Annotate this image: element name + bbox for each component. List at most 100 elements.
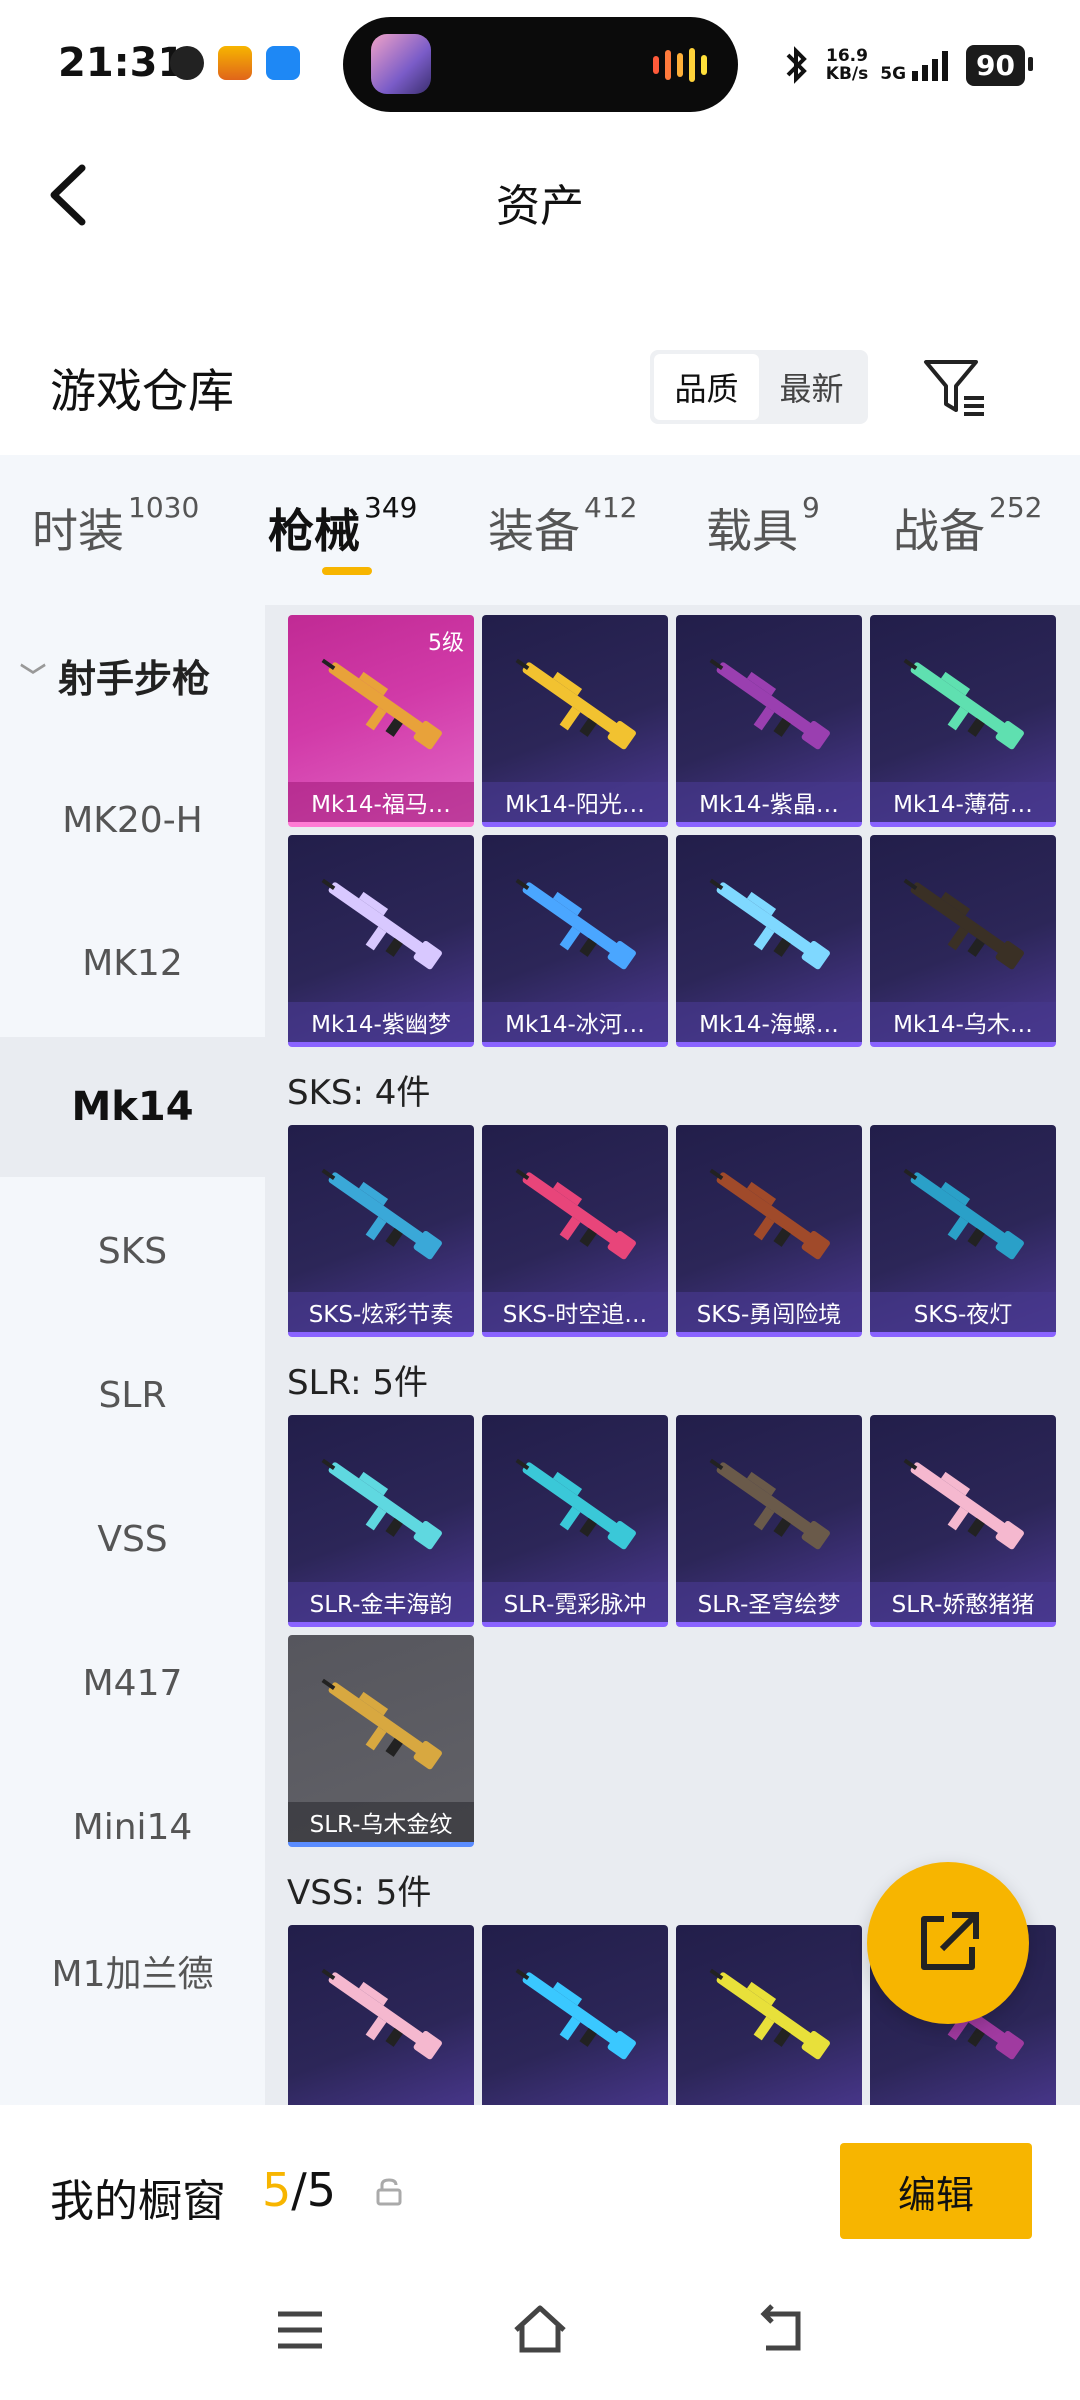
tab-label: 枪械 bbox=[268, 504, 360, 558]
tab-count: 349 bbox=[364, 491, 418, 524]
category-tabs: 时装 1030 枪械 349 装备 412 载具 9 战备 252 bbox=[0, 455, 1080, 605]
skin-name: Mk14-冰河… bbox=[482, 1002, 668, 1042]
skin-name: Mk14-福马… bbox=[288, 782, 474, 822]
tab-label: 时装 bbox=[32, 504, 124, 558]
skin-name: Mk14-海螺… bbox=[676, 1002, 862, 1042]
hotspot-icon bbox=[266, 46, 300, 80]
share-export-icon bbox=[921, 1912, 979, 1970]
weapon-skin-card[interactable]: Mk14-阳光… bbox=[482, 615, 668, 827]
dynamic-island bbox=[343, 17, 738, 112]
signal-icon bbox=[912, 51, 949, 81]
status-bar: 21:31 16.9 KB/s 5G 90 bbox=[0, 0, 1080, 130]
weapon-skin-card[interactable]: Mk14-紫幽梦 bbox=[288, 835, 474, 1047]
rifle-icon bbox=[709, 658, 830, 750]
weapon-skin-card[interactable]: Mk14-乌木… bbox=[870, 835, 1056, 1047]
skin-name: SLR-金丰海韵 bbox=[288, 1582, 474, 1622]
active-tab-indicator bbox=[322, 567, 372, 575]
rifle-icon bbox=[709, 1168, 830, 1260]
showcase-label: 我的橱窗 bbox=[50, 2176, 226, 2227]
weapon-skin-card[interactable]: Mk14-薄荷… bbox=[870, 615, 1056, 827]
rifle-icon bbox=[515, 1458, 636, 1550]
skin-name: SKS-炫彩节奏 bbox=[288, 1292, 474, 1332]
skin-name: SLR-霓彩脉冲 bbox=[482, 1582, 668, 1622]
weapon-skin-card[interactable]: Mk14-海螺… bbox=[676, 835, 862, 1047]
skin-name: SLR-乌木金纹 bbox=[288, 1802, 474, 1842]
media-avatar-icon bbox=[371, 34, 431, 94]
weapon-skin-card[interactable] bbox=[676, 1925, 862, 2105]
sidebar-item-mk20h[interactable]: MK20-H bbox=[0, 750, 265, 890]
status-right: 16.9 KB/s 5G 90 bbox=[780, 40, 1033, 90]
tab-count: 252 bbox=[989, 491, 1043, 524]
sidebar-item-vss[interactable]: VSS bbox=[0, 1469, 265, 1609]
weapon-skin-card[interactable]: SKS-炫彩节奏 bbox=[288, 1125, 474, 1337]
skin-name: Mk14-紫晶… bbox=[676, 782, 862, 822]
weapon-skin-card[interactable]: SLR-金丰海韵 bbox=[288, 1415, 474, 1627]
showcase-total: 5 bbox=[306, 2163, 337, 2217]
tab-equipment[interactable]: 装备 412 bbox=[488, 491, 637, 561]
tab-vehicles[interactable]: 载具 9 bbox=[706, 491, 820, 561]
rifle-icon bbox=[515, 1968, 636, 2060]
rifle-icon bbox=[321, 1968, 442, 2060]
network-speed: 16.9 KB/s bbox=[826, 47, 868, 83]
network-type: 5G bbox=[880, 64, 907, 84]
tab-count: 412 bbox=[584, 491, 638, 524]
rifle-icon bbox=[709, 1968, 830, 2060]
weapon-skin-card[interactable]: SLR-娇憨猪猪 bbox=[870, 1415, 1056, 1627]
bluetooth-icon bbox=[786, 46, 807, 84]
section-title: SKS: 4件 bbox=[287, 1073, 431, 1113]
filter-icon[interactable] bbox=[920, 352, 990, 422]
rifle-icon bbox=[515, 878, 636, 970]
showcase-separator: / bbox=[291, 2163, 307, 2217]
weapon-skin-card[interactable]: SKS-时空追… bbox=[482, 1125, 668, 1337]
weapon-skin-card[interactable]: Mk14-冰河… bbox=[482, 835, 668, 1047]
chevron-down-icon: ﹀ bbox=[20, 662, 47, 693]
home-nav-icon[interactable] bbox=[510, 2300, 570, 2360]
menu-nav-icon[interactable] bbox=[270, 2300, 330, 2360]
tab-label: 载具 bbox=[706, 504, 798, 558]
sidebar-item-mk14[interactable]: Mk14 bbox=[0, 1037, 265, 1177]
weapon-skin-card[interactable]: SLR-圣穹绘梦 bbox=[676, 1415, 862, 1627]
weapon-skin-card[interactable] bbox=[482, 1925, 668, 2105]
skin-name: SKS-勇闯险境 bbox=[676, 1292, 862, 1332]
share-button[interactable] bbox=[867, 1862, 1029, 2024]
sort-newest-button[interactable]: 最新 bbox=[759, 354, 864, 420]
lock-icon bbox=[376, 2178, 402, 2206]
tab-supplies[interactable]: 战备 252 bbox=[893, 491, 1042, 561]
weapon-skin-card[interactable]: SKS-夜灯 bbox=[870, 1125, 1056, 1337]
sidebar-item-m417[interactable]: M417 bbox=[0, 1613, 265, 1753]
tab-weapons[interactable]: 枪械 349 bbox=[268, 491, 417, 561]
skin-name: SKS-夜灯 bbox=[870, 1292, 1056, 1332]
rifle-icon bbox=[903, 1168, 1024, 1260]
sidebar-group-marksman[interactable]: ﹀ 射手步枪 bbox=[0, 605, 265, 745]
sidebar-item-slr[interactable]: SLR bbox=[0, 1325, 265, 1465]
edit-button[interactable]: 编辑 bbox=[840, 2143, 1032, 2239]
sidebar-item-mk12[interactable]: MK12 bbox=[0, 893, 265, 1033]
tab-label: 战备 bbox=[893, 504, 985, 558]
skin-level-badge: 5级 bbox=[428, 631, 464, 656]
back-nav-icon[interactable] bbox=[752, 2300, 812, 2360]
tab-label: 装备 bbox=[488, 504, 580, 558]
weapon-skin-card[interactable] bbox=[288, 1925, 474, 2105]
skin-name: Mk14-紫幽梦 bbox=[288, 1002, 474, 1042]
sidebar-item-mini14[interactable]: Mini14 bbox=[0, 1757, 265, 1897]
rifle-icon bbox=[321, 1168, 442, 1260]
weapon-skin-card[interactable]: SLR-霓彩脉冲 bbox=[482, 1415, 668, 1627]
tab-fashion[interactable]: 时装 1030 bbox=[32, 491, 199, 561]
rifle-icon bbox=[903, 1458, 1024, 1550]
sidebar-item-m1-garand[interactable]: M1加兰德 bbox=[0, 1901, 265, 2041]
section-title: VSS: 5件 bbox=[287, 1873, 432, 1913]
status-time: 21:31 bbox=[58, 40, 186, 86]
moon-app-icon bbox=[170, 46, 204, 80]
tab-count: 9 bbox=[802, 491, 820, 524]
audio-wave-icon bbox=[653, 47, 707, 83]
warehouse-header: 游戏仓库 品质 最新 bbox=[0, 330, 1080, 450]
sidebar-item-sks[interactable]: SKS bbox=[0, 1181, 265, 1321]
rifle-icon bbox=[321, 1458, 442, 1550]
weapon-skin-card[interactable]: Mk14-紫晶… bbox=[676, 615, 862, 827]
sort-toggle: 品质 最新 bbox=[650, 350, 868, 424]
weapon-skin-card[interactable]: SLR-乌木金纹 bbox=[288, 1635, 474, 1847]
weapon-skin-card[interactable]: 5级 Mk14-福马… bbox=[288, 615, 474, 827]
sort-quality-button[interactable]: 品质 bbox=[654, 354, 759, 420]
weapon-skin-card[interactable]: SKS-勇闯险境 bbox=[676, 1125, 862, 1337]
showcase-current: 5 bbox=[262, 2163, 292, 2217]
